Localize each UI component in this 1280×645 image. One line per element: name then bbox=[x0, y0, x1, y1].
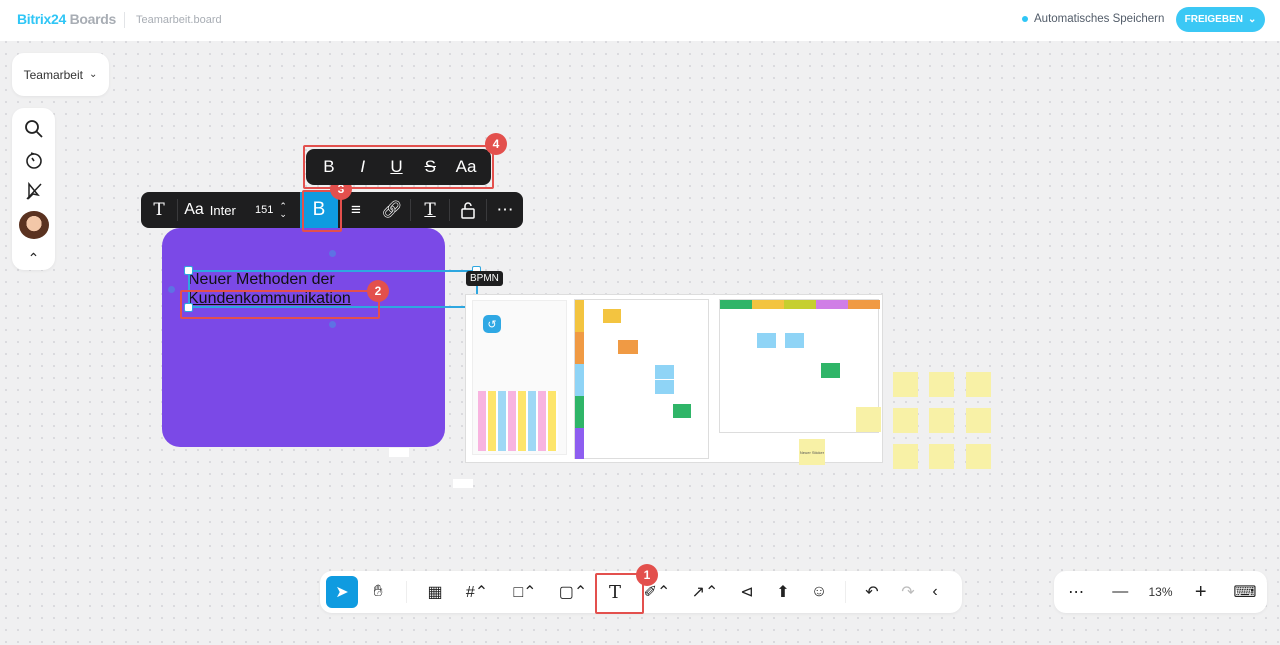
chevron-down-icon: ⌄ bbox=[88, 69, 98, 80]
chevron-down-icon: ⌄ bbox=[1247, 14, 1257, 25]
connector-dot[interactable] bbox=[329, 321, 336, 328]
link-icon[interactable]: 🔗︎ bbox=[374, 192, 410, 228]
search-icon[interactable] bbox=[22, 118, 46, 141]
sticky-note[interactable] bbox=[893, 408, 918, 433]
templates-icon[interactable]: ▦ bbox=[419, 576, 451, 608]
legend-swatches bbox=[478, 391, 558, 451]
left-toolbar: ⌃ bbox=[12, 108, 55, 270]
frame-label[interactable]: BPMN bbox=[466, 271, 503, 286]
sticky-note[interactable]: Neuer Sticker bbox=[799, 439, 825, 465]
divider bbox=[845, 581, 846, 603]
sticky-note[interactable] bbox=[929, 408, 954, 433]
zoom-controls: ⋯ — 13% + ⌨ bbox=[1054, 571, 1267, 613]
hand-tool-icon[interactable]: ✋︎ bbox=[362, 576, 394, 608]
shape[interactable] bbox=[453, 479, 473, 488]
autosave-status: Automatisches Speichern bbox=[1022, 13, 1164, 25]
sticky-note[interactable] bbox=[966, 444, 991, 469]
annotation-badge: 1 bbox=[636, 564, 658, 586]
highlight-box-2 bbox=[180, 290, 380, 319]
swimlane-diagram bbox=[574, 299, 709, 459]
text-color-icon[interactable]: T bbox=[411, 192, 449, 228]
timer-icon[interactable] bbox=[22, 149, 46, 172]
bpmn-frame[interactable]: Neuer Sticker bbox=[465, 294, 883, 465]
zoom-out-icon[interactable]: — bbox=[1104, 576, 1136, 608]
unlock-icon[interactable] bbox=[450, 192, 486, 228]
shape[interactable] bbox=[389, 448, 409, 457]
shape-tool-icon[interactable]: ▢⌃ bbox=[551, 576, 595, 608]
more-icon[interactable]: ⋯ bbox=[487, 192, 523, 228]
zoom-level: 13% bbox=[1148, 585, 1173, 599]
select-tool-icon[interactable]: ➤ bbox=[326, 576, 358, 608]
avatar[interactable] bbox=[18, 210, 49, 240]
keyboard-icon[interactable]: ⌨ bbox=[1229, 576, 1261, 608]
sticky-note[interactable] bbox=[966, 372, 991, 397]
font-icon: Aa bbox=[184, 201, 204, 218]
frame-tool-icon[interactable]: #⌃ bbox=[455, 576, 499, 608]
annotation-badge: 2 bbox=[367, 280, 389, 302]
rotate-icon[interactable]: ↺ bbox=[483, 315, 501, 333]
chevron-up-icon[interactable]: ⌃ bbox=[22, 247, 46, 270]
sticky-note[interactable] bbox=[929, 372, 954, 397]
sticky-note[interactable] bbox=[856, 407, 881, 432]
logo[interactable]: Bitrix24 Boards bbox=[17, 11, 116, 27]
undo-icon[interactable]: ↶ bbox=[856, 576, 888, 608]
font-selector[interactable]: Aa Inter bbox=[178, 192, 242, 228]
stepper-icon[interactable]: ⌃ ⌄ bbox=[279, 202, 287, 219]
share-button[interactable]: FREIGEBEN ⌄ bbox=[1176, 7, 1265, 32]
sticky-note[interactable] bbox=[893, 444, 918, 469]
collapse-icon[interactable]: ‹ bbox=[928, 576, 942, 608]
sticky-note[interactable] bbox=[893, 372, 918, 397]
connector-dot[interactable] bbox=[168, 286, 175, 293]
status-dot-icon bbox=[1022, 16, 1028, 22]
sticky-tool-icon[interactable]: □⌃ bbox=[503, 576, 547, 608]
share-label: FREIGEBEN bbox=[1184, 14, 1243, 25]
upload-icon[interactable]: ⬆︎ bbox=[767, 576, 799, 608]
connector-dot[interactable] bbox=[329, 250, 336, 257]
resize-handle[interactable] bbox=[184, 266, 193, 275]
swimlane-diagram bbox=[719, 299, 880, 433]
sticky-note[interactable] bbox=[929, 444, 954, 469]
font-size-stepper[interactable]: 151 ⌃ ⌄ bbox=[242, 192, 300, 228]
arrow-tool-icon[interactable]: ↗⌃ bbox=[683, 576, 727, 608]
divider bbox=[406, 581, 407, 603]
zoom-in-icon[interactable]: + bbox=[1185, 576, 1217, 608]
workspace-selector[interactable]: Teamarbeit ⌄ bbox=[12, 53, 109, 96]
annotation-badge: 4 bbox=[485, 133, 507, 155]
sticky-note[interactable] bbox=[966, 408, 991, 433]
redo-icon[interactable]: ↷ bbox=[892, 576, 924, 608]
mindmap-icon[interactable]: ⊲ bbox=[731, 576, 763, 608]
workspace-label: Teamarbeit bbox=[23, 67, 83, 82]
emoji-icon[interactable]: ☺ bbox=[803, 576, 835, 608]
autosave-label: Automatisches Speichern bbox=[1034, 13, 1165, 25]
font-name: Inter bbox=[209, 202, 236, 218]
font-size-value: 151 bbox=[255, 204, 274, 216]
hide-cursors-icon[interactable] bbox=[22, 180, 46, 203]
highlight-box-4 bbox=[303, 145, 494, 189]
purple-shape[interactable] bbox=[162, 228, 445, 447]
more-icon[interactable]: ⋯ bbox=[1060, 576, 1092, 608]
logo-brand: Bitrix24 bbox=[17, 11, 66, 27]
board-name: Teamarbeit.board bbox=[136, 14, 222, 26]
header: Bitrix24 Boards Teamarbeit.board Automat… bbox=[0, 0, 1280, 41]
divider bbox=[124, 12, 125, 28]
logo-product: Boards bbox=[69, 11, 117, 27]
text-type-icon[interactable]: T bbox=[141, 192, 177, 228]
